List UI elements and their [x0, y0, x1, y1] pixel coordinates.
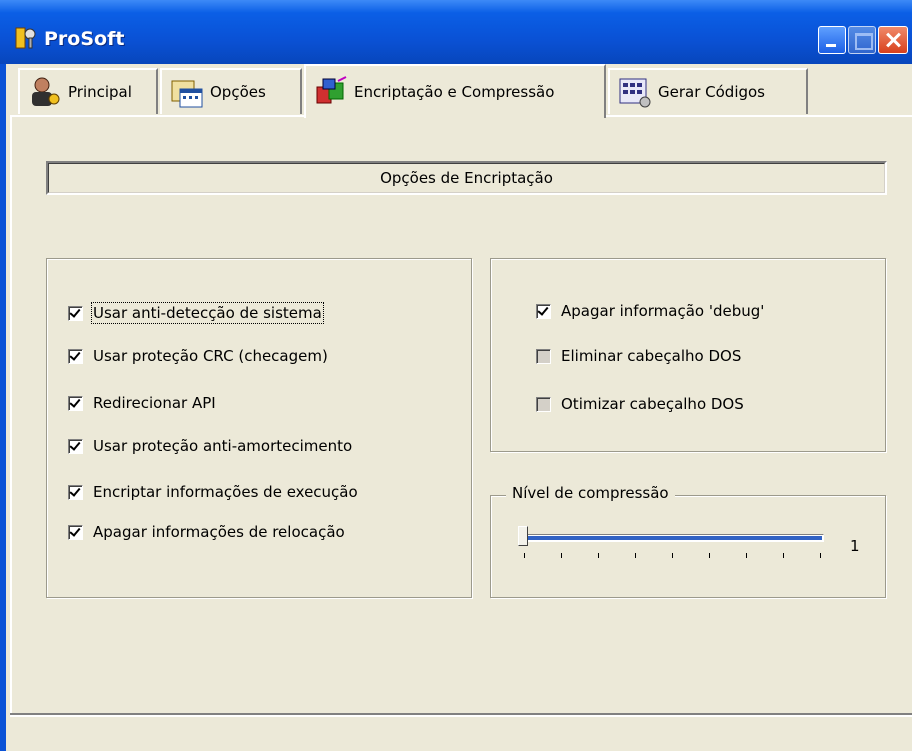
checkbox[interactable] — [68, 305, 83, 321]
checkbox[interactable] — [68, 438, 83, 454]
title-bar[interactable]: ProSoft — [0, 0, 912, 64]
option-encrypt-exec-info[interactable]: Encriptar informações de execução — [68, 483, 358, 501]
compression-slider-track[interactable] — [524, 534, 824, 542]
checkbox[interactable] — [536, 396, 551, 412]
slider-tick — [672, 553, 673, 558]
option-remove-dos-header[interactable]: Eliminar cabeçalho DOS — [536, 347, 741, 365]
option-delete-debug[interactable]: Apagar informação 'debug' — [536, 302, 764, 320]
option-crc-protection[interactable]: Usar proteção CRC (checagem) — [68, 347, 328, 365]
slider-tick — [598, 553, 599, 558]
slider-tick — [783, 553, 784, 558]
checkbox[interactable] — [68, 348, 83, 364]
tab-gerar-codigos[interactable]: Gerar Códigos — [608, 68, 808, 114]
window-title: ProSoft — [44, 28, 125, 50]
window-frame-left — [0, 64, 6, 751]
minimize-button[interactable] — [818, 26, 846, 54]
checkbox[interactable] — [536, 303, 551, 319]
checkbox[interactable] — [68, 484, 83, 500]
calendar-folder-icon — [171, 80, 203, 108]
slider-tick — [746, 553, 747, 558]
compression-group — [490, 495, 886, 598]
option-label: Usar proteção CRC (checagem) — [93, 347, 328, 365]
compression-value: 1 — [850, 537, 860, 555]
option-label: Apagar informações de relocação — [93, 523, 345, 541]
slider-tick — [709, 553, 710, 558]
option-label: Redirecionar API — [93, 394, 216, 412]
option-label: Usar anti-detecção de sistema — [91, 302, 324, 324]
compression-legend: Nível de compressão — [506, 484, 675, 502]
maximize-button[interactable] — [848, 26, 876, 54]
option-redirect-api[interactable]: Redirecionar API — [68, 394, 216, 412]
slider-tick — [524, 553, 525, 558]
close-button[interactable] — [878, 26, 908, 54]
compress-box-icon — [316, 76, 347, 104]
checkbox[interactable] — [68, 524, 83, 540]
option-label: Usar proteção anti-amortecimento — [93, 437, 353, 455]
app-key-icon — [15, 27, 36, 49]
tab-label: Encriptação e Compressão — [354, 83, 555, 101]
option-anti-detection[interactable]: Usar anti-detecção de sistema — [68, 302, 324, 324]
checkbox[interactable] — [68, 395, 83, 411]
header-text: Opções de Encriptação — [380, 169, 553, 187]
user-key-icon — [32, 77, 60, 106]
tab-opcoes[interactable]: Opções — [160, 68, 302, 114]
option-delete-relocation[interactable]: Apagar informações de relocação — [68, 523, 345, 541]
tab-label: Opções — [210, 83, 266, 101]
option-optimize-dos-header[interactable]: Otimizar cabeçalho DOS — [536, 395, 744, 413]
option-label: Eliminar cabeçalho DOS — [561, 347, 742, 365]
encryption-options-header: Opções de Encriptação — [46, 161, 887, 195]
code-grid-icon — [619, 78, 651, 108]
option-label: Otimizar cabeçalho DOS — [561, 395, 744, 413]
tab-encriptacao-compressao[interactable]: Encriptação e Compressão — [304, 64, 606, 118]
status-bar — [10, 713, 912, 751]
slider-tick — [561, 553, 562, 558]
option-anti-damping[interactable]: Usar proteção anti-amortecimento — [68, 437, 352, 455]
slider-tick — [820, 553, 821, 558]
checkbox[interactable] — [536, 348, 551, 364]
option-label: Encriptar informações de execução — [93, 483, 358, 501]
compression-slider-thumb[interactable] — [518, 526, 528, 546]
slider-tick — [635, 553, 636, 558]
tab-label: Gerar Códigos — [658, 83, 765, 101]
tab-principal[interactable]: Principal — [18, 68, 158, 114]
tab-label: Principal — [68, 83, 132, 101]
compression-slider-fill — [526, 536, 822, 540]
option-label: Apagar informação 'debug' — [561, 302, 765, 320]
